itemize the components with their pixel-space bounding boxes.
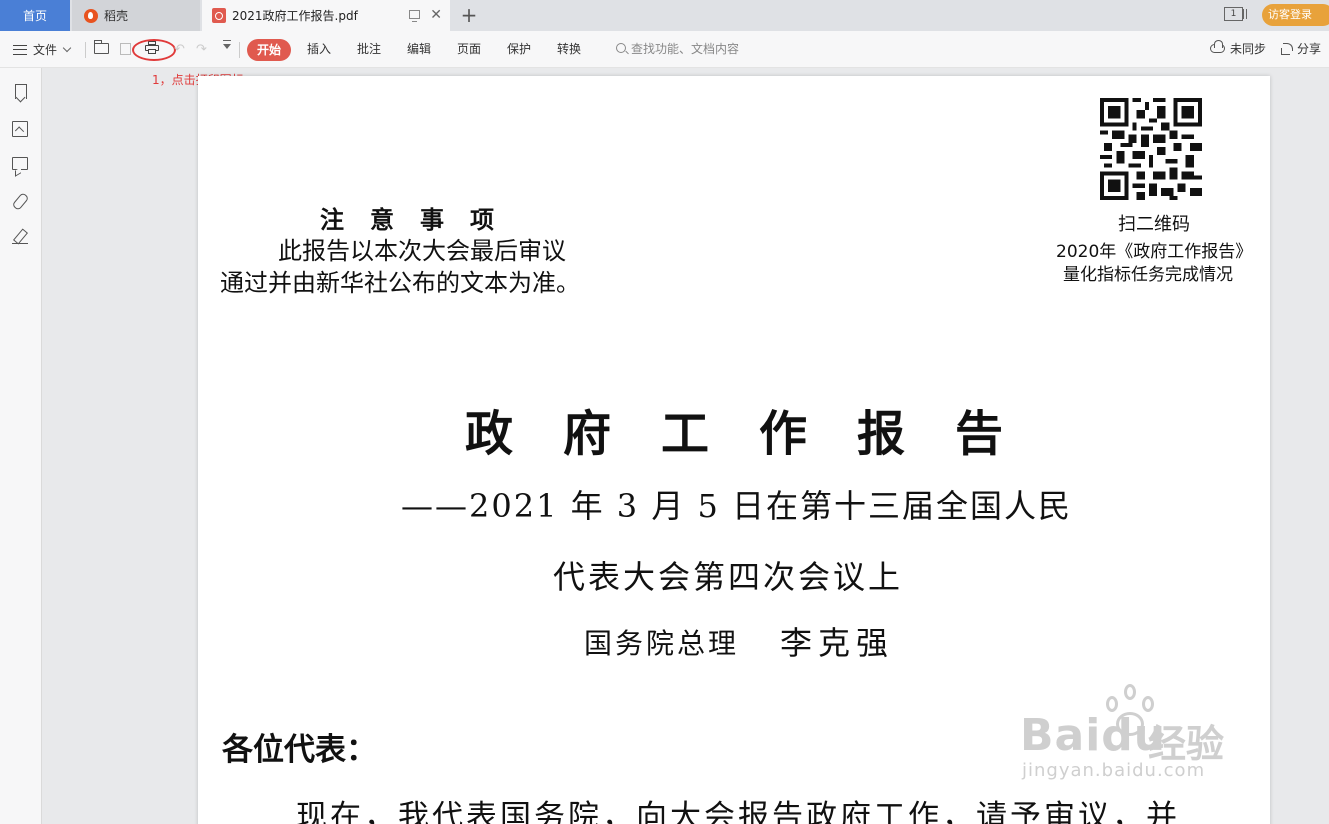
document-title: 政府工作报告 (465, 406, 1054, 462)
visitor-login-button[interactable]: 访客登录 (1262, 4, 1329, 26)
tab-annotate[interactable]: 批注 (357, 31, 381, 68)
watermark-url: jingyan.baidu.com (1022, 760, 1206, 781)
tab-docer[interactable]: 稻壳 (72, 0, 200, 31)
watermark-brand: Baidu (1020, 710, 1167, 761)
qr-caption: 扫二维码 (1118, 214, 1190, 235)
sync-status-button[interactable]: 未同步 (1230, 31, 1266, 68)
new-tab-button[interactable]: + (458, 4, 480, 26)
author-role: 国务院总理 (584, 627, 740, 660)
left-sidebar (0, 68, 42, 824)
close-tab-icon[interactable]: ✕ (430, 7, 442, 23)
open-folder-icon[interactable] (94, 40, 109, 54)
search-input[interactable]: 查找功能、文档内容 (631, 31, 739, 68)
tab-insert[interactable]: 插入 (307, 31, 331, 68)
tab-document[interactable]: 2021政府工作报告.pdf ✕ (202, 0, 450, 31)
tab-bar: 首页 稻壳 2021政府工作报告.pdf ✕ + 1 访客登录 (0, 0, 1329, 31)
toolbar: 文件 ↶ ↷ 开始 插入 批注 编辑 页面 保护 转换 查找功能、文档内容 未同… (0, 31, 1329, 68)
search-icon (616, 43, 626, 53)
tab-convert[interactable]: 转换 (557, 31, 581, 68)
tab-docer-label: 稻壳 (104, 9, 129, 23)
undo-icon[interactable]: ↶ (174, 42, 185, 57)
save-icon[interactable] (120, 43, 131, 55)
tab-document-title: 2021政府工作报告.pdf (232, 9, 358, 23)
window-pin-icon[interactable] (409, 10, 420, 22)
redo-icon[interactable]: ↷ (196, 42, 207, 57)
notice-line-1: 此报告以本次大会最后审议 (278, 237, 566, 265)
toolbar-divider (239, 42, 240, 58)
notice-line-2: 通过并由新华社公布的文本为准。 (220, 269, 580, 297)
bookmark-icon[interactable] (12, 84, 28, 100)
author-name: 李克强 (780, 624, 895, 662)
body-paragraph: 现在，我代表国务院，向大会报告政府工作，请予审议，并 (296, 799, 1180, 824)
tab-home[interactable]: 首页 (0, 0, 70, 31)
document-subtitle-line-2: 代表大会第四次会议上 (553, 558, 904, 596)
share-button[interactable]: 分享 (1297, 31, 1321, 68)
tab-start[interactable]: 开始 (247, 39, 291, 61)
tab-edit[interactable]: 编辑 (407, 31, 431, 68)
qr-description-line-1: 2020年《政府工作报告》 (1056, 242, 1253, 262)
tab-protect[interactable]: 保护 (507, 31, 531, 68)
chevron-down-icon (62, 43, 72, 53)
greeting-heading: 各位代表： (222, 732, 377, 768)
cloud-sync-icon (1210, 40, 1225, 53)
pdf-file-icon (212, 8, 226, 23)
comment-icon[interactable] (12, 157, 28, 170)
qr-code-image (1100, 98, 1202, 200)
print-highlight-ellipse (132, 39, 176, 61)
thumbnail-icon[interactable] (12, 121, 28, 137)
notice-title: 注意事项 (320, 205, 520, 234)
docer-logo-icon (84, 8, 98, 23)
hamburger-menu-icon (13, 44, 27, 55)
signature-icon[interactable] (12, 229, 28, 245)
share-icon (1281, 43, 1293, 55)
tab-page[interactable]: 页面 (457, 31, 481, 68)
attachment-icon[interactable] (12, 193, 28, 209)
window-layout-icon[interactable]: 1 (1224, 7, 1247, 21)
file-menu-label: 文件 (33, 43, 58, 57)
qr-description-line-2: 量化指标任务完成情况 (1063, 265, 1233, 285)
toolbar-divider (85, 42, 86, 58)
tab-home-label: 首页 (22, 9, 47, 23)
document-subtitle-line-1: ——2021 年 3 月 5 日在第十三届全国人民 (401, 487, 1073, 525)
file-menu[interactable]: 文件 (13, 31, 72, 68)
customize-toolbar-icon[interactable] (223, 40, 231, 49)
